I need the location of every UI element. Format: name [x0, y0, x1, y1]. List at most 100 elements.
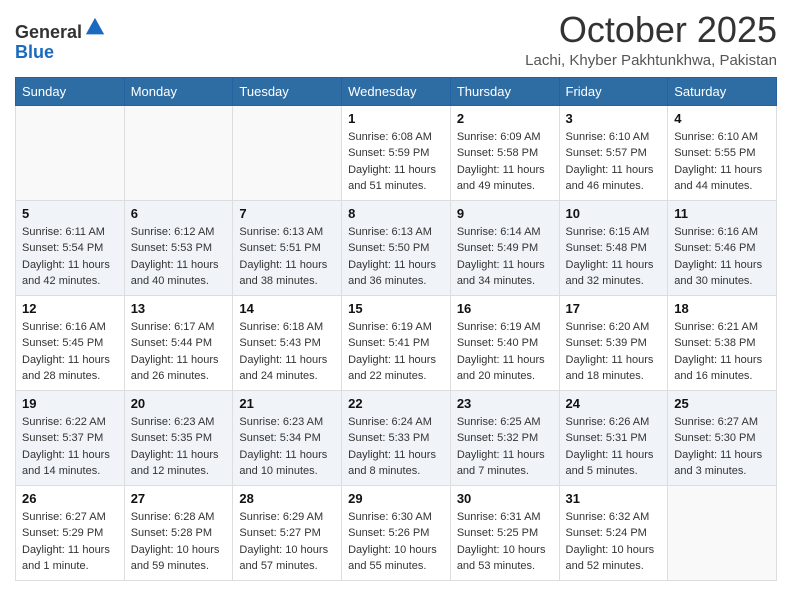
day-info: Sunrise: 6:11 AM Sunset: 5:54 PM Dayligh… — [22, 224, 118, 290]
logo-blue-text: Blue — [15, 42, 54, 62]
day-info: Sunrise: 6:13 AM Sunset: 5:50 PM Dayligh… — [348, 224, 444, 290]
page-container: General Blue October 2025 Lachi, Khyber … — [0, 0, 792, 596]
table-row: 5 Sunrise: 6:11 AM Sunset: 5:54 PM Daylig… — [16, 200, 125, 295]
day-number: 10 — [566, 206, 662, 221]
title-block: October 2025 Lachi, Khyber Pakhtunkhwa, … — [525, 10, 777, 69]
day-number: 22 — [348, 396, 444, 411]
table-row — [124, 105, 233, 200]
day-number: 25 — [674, 396, 770, 411]
table-row — [16, 105, 125, 200]
table-row: 1 Sunrise: 6:08 AM Sunset: 5:59 PM Daylig… — [342, 105, 451, 200]
table-row: 26Sunrise: 6:27 AM Sunset: 5:29 PM Dayli… — [16, 485, 125, 580]
day-info: Sunrise: 6:14 AM Sunset: 5:49 PM Dayligh… — [457, 224, 553, 290]
day-info: Sunrise: 6:23 AM Sunset: 5:34 PM Dayligh… — [239, 414, 335, 480]
day-info: Sunrise: 6:25 AM Sunset: 5:32 PM Dayligh… — [457, 414, 553, 480]
day-info: Sunrise: 6:18 AM Sunset: 5:43 PM Dayligh… — [239, 319, 335, 385]
day-number: 2 — [457, 111, 553, 126]
table-row — [233, 105, 342, 200]
table-row: 25 Sunrise: 6:27 AM Sunset: 5:30 PM Dayli… — [668, 390, 777, 485]
day-info: Sunrise: 6:31 AM Sunset: 5:25 PM Dayligh… — [457, 509, 553, 575]
calendar-week-row: 1 Sunrise: 6:08 AM Sunset: 5:59 PM Daylig… — [16, 105, 777, 200]
table-row: 16Sunrise: 6:19 AM Sunset: 5:40 PM Dayli… — [450, 295, 559, 390]
table-row: 11 Sunrise: 6:16 AM Sunset: 5:46 PM Dayli… — [668, 200, 777, 295]
table-row: 31 Sunrise: 6:32 AM Sunset: 5:24 PM Dayli… — [559, 485, 668, 580]
day-number: 15 — [348, 301, 444, 316]
calendar-week-row: 19 Sunrise: 6:22 AM Sunset: 5:37 PM Dayli… — [16, 390, 777, 485]
table-row: 27 Sunrise: 6:28 AM Sunset: 5:28 PM Dayli… — [124, 485, 233, 580]
day-info: Sunrise: 6:16 AM Sunset: 5:46 PM Dayligh… — [674, 224, 770, 290]
day-info: Sunrise: 6:20 AM Sunset: 5:39 PM Dayligh… — [566, 319, 662, 385]
table-row: 8 Sunrise: 6:13 AM Sunset: 5:50 PM Daylig… — [342, 200, 451, 295]
table-row: 9 Sunrise: 6:14 AM Sunset: 5:49 PM Daylig… — [450, 200, 559, 295]
col-saturday: Saturday — [668, 77, 777, 105]
table-row: 23 Sunrise: 6:25 AM Sunset: 5:32 PM Dayli… — [450, 390, 559, 485]
day-number: 24 — [566, 396, 662, 411]
col-friday: Friday — [559, 77, 668, 105]
day-info: Sunrise: 6:09 AM Sunset: 5:58 PM Dayligh… — [457, 129, 553, 195]
table-row: 20Sunrise: 6:23 AM Sunset: 5:35 PM Dayli… — [124, 390, 233, 485]
day-number: 11 — [674, 206, 770, 221]
day-info: Sunrise: 6:10 AM Sunset: 5:57 PM Dayligh… — [566, 129, 662, 195]
day-number: 18 — [674, 301, 770, 316]
table-row: 22 Sunrise: 6:24 AM Sunset: 5:33 PM Dayli… — [342, 390, 451, 485]
calendar-header-row: Sunday Monday Tuesday Wednesday Thursday… — [16, 77, 777, 105]
calendar-week-row: 26Sunrise: 6:27 AM Sunset: 5:29 PM Dayli… — [16, 485, 777, 580]
day-info: Sunrise: 6:13 AM Sunset: 5:51 PM Dayligh… — [239, 224, 335, 290]
day-info: Sunrise: 6:24 AM Sunset: 5:33 PM Dayligh… — [348, 414, 444, 480]
day-number: 14 — [239, 301, 335, 316]
month-title: October 2025 — [525, 10, 777, 50]
day-info: Sunrise: 6:30 AM Sunset: 5:26 PM Dayligh… — [348, 509, 444, 575]
day-info: Sunrise: 6:12 AM Sunset: 5:53 PM Dayligh… — [131, 224, 227, 290]
col-wednesday: Wednesday — [342, 77, 451, 105]
day-number: 31 — [566, 491, 662, 506]
table-row — [668, 485, 777, 580]
day-info: Sunrise: 6:16 AM Sunset: 5:45 PM Dayligh… — [22, 319, 118, 385]
col-monday: Monday — [124, 77, 233, 105]
logo-icon — [84, 16, 106, 38]
day-info: Sunrise: 6:17 AM Sunset: 5:44 PM Dayligh… — [131, 319, 227, 385]
table-row: 19 Sunrise: 6:22 AM Sunset: 5:37 PM Dayli… — [16, 390, 125, 485]
calendar-week-row: 5 Sunrise: 6:11 AM Sunset: 5:54 PM Daylig… — [16, 200, 777, 295]
table-row: 29 Sunrise: 6:30 AM Sunset: 5:26 PM Dayli… — [342, 485, 451, 580]
day-info: Sunrise: 6:32 AM Sunset: 5:24 PM Dayligh… — [566, 509, 662, 575]
day-number: 23 — [457, 396, 553, 411]
day-info: Sunrise: 6:19 AM Sunset: 5:41 PM Dayligh… — [348, 319, 444, 385]
col-thursday: Thursday — [450, 77, 559, 105]
day-number: 13 — [131, 301, 227, 316]
day-number: 29 — [348, 491, 444, 506]
col-sunday: Sunday — [16, 77, 125, 105]
day-number: 8 — [348, 206, 444, 221]
table-row: 18 Sunrise: 6:21 AM Sunset: 5:38 PM Dayli… — [668, 295, 777, 390]
col-tuesday: Tuesday — [233, 77, 342, 105]
logo-general-text: General — [15, 22, 82, 42]
table-row: 3Sunrise: 6:10 AM Sunset: 5:57 PM Daylig… — [559, 105, 668, 200]
day-info: Sunrise: 6:27 AM Sunset: 5:30 PM Dayligh… — [674, 414, 770, 480]
day-number: 5 — [22, 206, 118, 221]
table-row: 24 Sunrise: 6:26 AM Sunset: 5:31 PM Dayli… — [559, 390, 668, 485]
day-number: 1 — [348, 111, 444, 126]
table-row: 14 Sunrise: 6:18 AM Sunset: 5:43 PM Dayli… — [233, 295, 342, 390]
day-number: 21 — [239, 396, 335, 411]
calendar: Sunday Monday Tuesday Wednesday Thursday… — [15, 77, 777, 581]
location: Lachi, Khyber Pakhtunkhwa, Pakistan — [525, 52, 777, 69]
day-info: Sunrise: 6:29 AM Sunset: 5:27 PM Dayligh… — [239, 509, 335, 575]
day-number: 9 — [457, 206, 553, 221]
day-info: Sunrise: 6:22 AM Sunset: 5:37 PM Dayligh… — [22, 414, 118, 480]
day-info: Sunrise: 6:08 AM Sunset: 5:59 PM Dayligh… — [348, 129, 444, 195]
day-info: Sunrise: 6:10 AM Sunset: 5:55 PM Dayligh… — [674, 129, 770, 195]
day-info: Sunrise: 6:26 AM Sunset: 5:31 PM Dayligh… — [566, 414, 662, 480]
day-number: 16 — [457, 301, 553, 316]
day-info: Sunrise: 6:28 AM Sunset: 5:28 PM Dayligh… — [131, 509, 227, 575]
day-info: Sunrise: 6:21 AM Sunset: 5:38 PM Dayligh… — [674, 319, 770, 385]
day-info: Sunrise: 6:15 AM Sunset: 5:48 PM Dayligh… — [566, 224, 662, 290]
day-number: 17 — [566, 301, 662, 316]
day-number: 19 — [22, 396, 118, 411]
table-row: 15 Sunrise: 6:19 AM Sunset: 5:41 PM Dayli… — [342, 295, 451, 390]
day-number: 6 — [131, 206, 227, 221]
day-number: 27 — [131, 491, 227, 506]
table-row: 4Sunrise: 6:10 AM Sunset: 5:55 PM Daylig… — [668, 105, 777, 200]
table-row: 21 Sunrise: 6:23 AM Sunset: 5:34 PM Dayli… — [233, 390, 342, 485]
logo: General Blue — [15, 16, 106, 63]
table-row: 2 Sunrise: 6:09 AM Sunset: 5:58 PM Daylig… — [450, 105, 559, 200]
day-info: Sunrise: 6:23 AM Sunset: 5:35 PM Dayligh… — [131, 414, 227, 480]
